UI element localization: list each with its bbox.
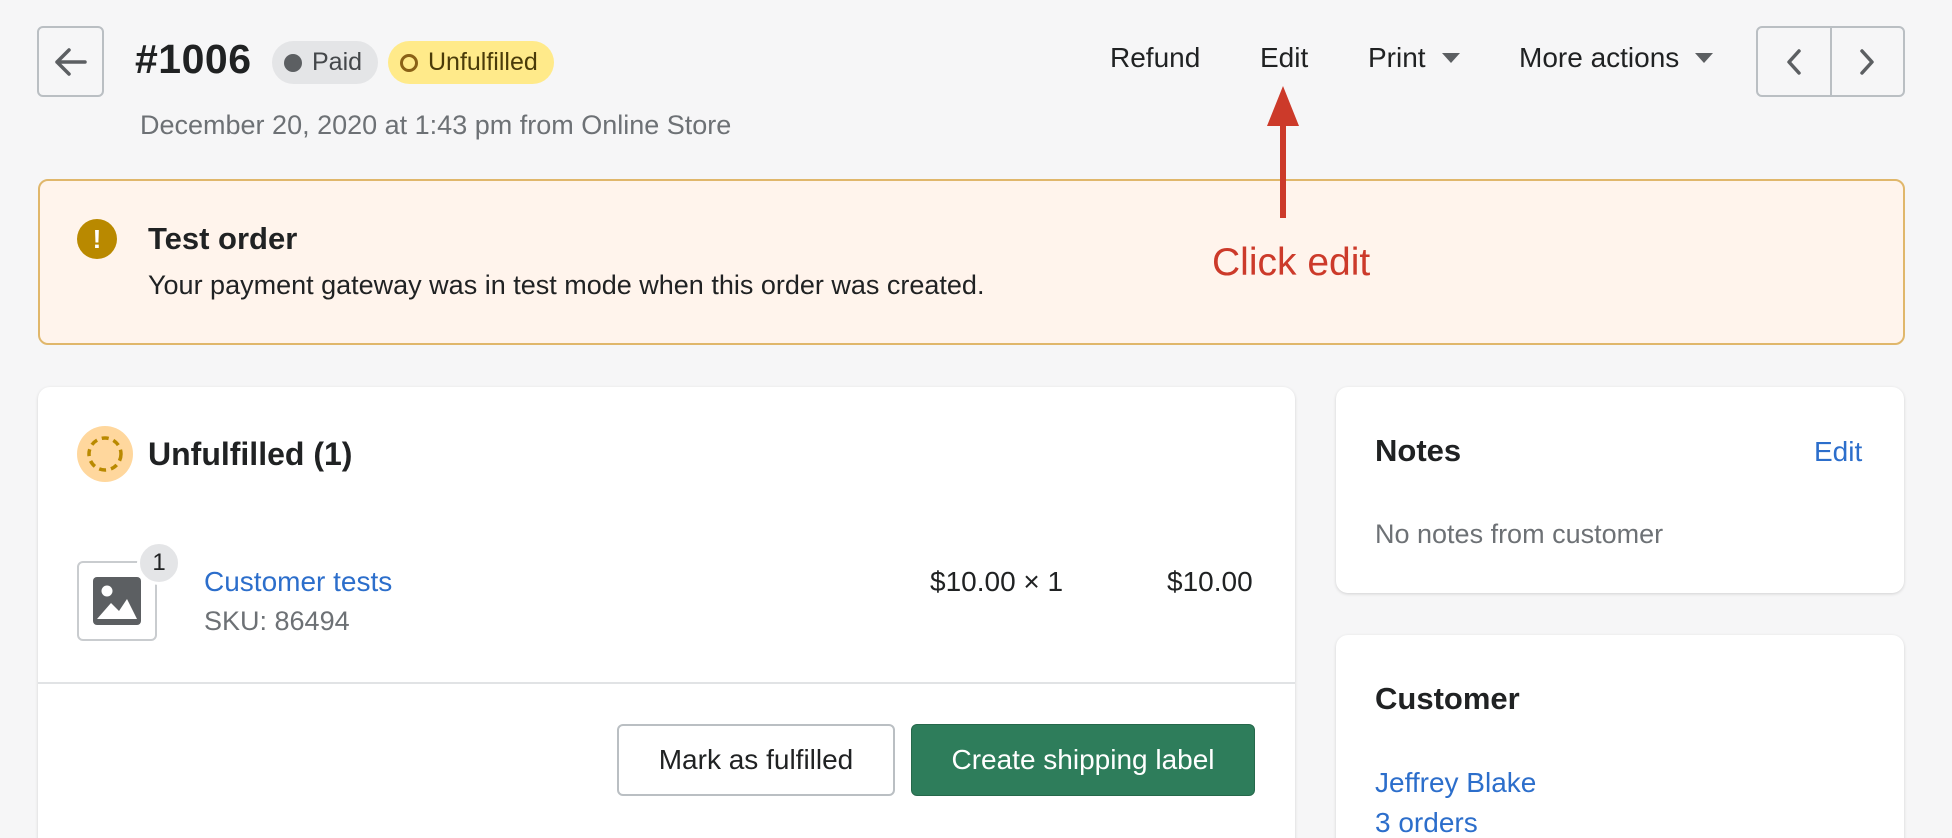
- caret-down-icon: [1695, 53, 1714, 63]
- mark-as-fulfilled-button[interactable]: Mark as fulfilled: [617, 724, 895, 796]
- order-pagination: [1756, 26, 1905, 97]
- customer-title: Customer: [1375, 681, 1520, 716]
- create-shipping-label-button[interactable]: Create shipping label: [911, 724, 1255, 796]
- edit-label: Edit: [1260, 42, 1309, 73]
- banner-title: Test order: [148, 221, 298, 256]
- more-actions-dropdown[interactable]: More actions: [1519, 42, 1714, 74]
- back-button[interactable]: [37, 26, 104, 97]
- unfulfilled-status-icon: [77, 426, 133, 482]
- product-sku: SKU: 86494: [204, 606, 350, 636]
- notes-card: [1336, 387, 1904, 593]
- print-dropdown[interactable]: Print: [1368, 42, 1460, 74]
- unfulfilled-title: Unfulfilled (1): [148, 436, 353, 472]
- test-order-banner: [38, 179, 1905, 345]
- fulfillment-status-label: Unfulfilled: [428, 48, 538, 76]
- solid-dot-icon: [284, 53, 302, 72]
- notes-edit-link[interactable]: Edit: [1814, 436, 1862, 468]
- caret-down-icon: [1441, 53, 1460, 63]
- customer-name-link[interactable]: Jeffrey Blake: [1375, 767, 1536, 799]
- unit-price: $10.00 × 1: [930, 566, 1064, 597]
- banner-text: Your payment gateway was in test mode wh…: [148, 270, 985, 300]
- more-actions-label: More actions: [1519, 42, 1680, 73]
- annotation-arrow: [1267, 86, 1299, 218]
- notes-text: No notes from customer: [1375, 519, 1664, 549]
- card-divider: [38, 682, 1295, 684]
- previous-order-button[interactable]: [1758, 28, 1832, 95]
- refund-label: Refund: [1110, 42, 1201, 73]
- annotation-text: Click edit: [1212, 241, 1371, 284]
- order-number: #1006: [135, 36, 252, 82]
- customer-orders-link[interactable]: 3 orders: [1375, 807, 1478, 838]
- chevron-right-icon: [1860, 48, 1874, 75]
- order-subtitle: December 20, 2020 at 1:43 pm from Online…: [140, 110, 732, 140]
- line-total: $10.00: [1167, 566, 1253, 597]
- quantity-badge: 1: [137, 541, 181, 585]
- notes-title: Notes: [1375, 433, 1462, 468]
- image-icon: [93, 577, 141, 625]
- fulfillment-status-badge: Unfulfilled: [388, 41, 554, 84]
- exclamation-icon: !: [77, 219, 117, 259]
- next-order-button[interactable]: [1832, 28, 1904, 95]
- product-link[interactable]: Customer tests: [204, 566, 392, 598]
- paid-status-label: Paid: [312, 48, 363, 76]
- paid-status-badge: Paid: [272, 41, 379, 84]
- chevron-left-icon: [1787, 48, 1801, 75]
- arrow-left-icon: [54, 47, 87, 76]
- edit-button[interactable]: Edit: [1260, 42, 1308, 74]
- print-label: Print: [1368, 42, 1426, 73]
- ring-dot-icon: [400, 53, 418, 72]
- refund-button[interactable]: Refund: [1110, 42, 1200, 74]
